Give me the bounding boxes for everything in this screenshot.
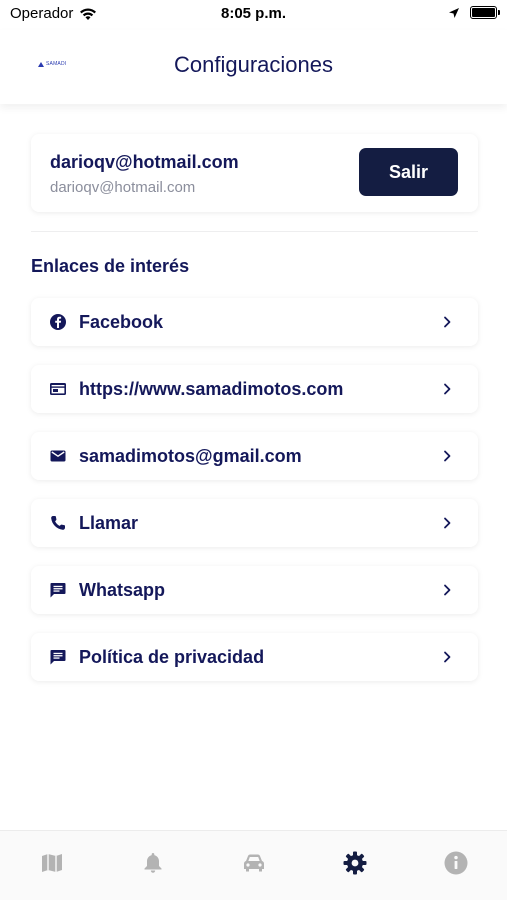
status-bar: Operador 8:05 p.m.	[0, 0, 507, 30]
divider	[31, 231, 478, 232]
chevron-right-icon	[444, 450, 451, 462]
link-item-website[interactable]: https://www.samadimotos.com	[31, 365, 478, 413]
link-label: samadimotos@gmail.com	[79, 446, 302, 466]
map-icon	[42, 854, 62, 872]
status-icons	[448, 6, 500, 19]
tab-notifications[interactable]	[139, 849, 167, 877]
battery-icon	[470, 6, 500, 19]
tab-bar	[0, 830, 507, 900]
chat-icon	[50, 650, 66, 665]
info-icon	[444, 851, 468, 875]
facebook-icon	[50, 314, 66, 330]
phone-icon	[51, 516, 65, 530]
chat-icon	[50, 583, 66, 598]
link-label: Whatsapp	[79, 580, 166, 600]
email-icon	[50, 450, 66, 462]
clock: 8:05 p.m.	[220, 5, 287, 22]
link-label: https://www.samadimotos.com	[79, 379, 344, 399]
chevron-right-icon	[444, 651, 451, 663]
chevron-right-icon	[444, 316, 451, 328]
tab-vehicles[interactable]	[240, 849, 268, 877]
chevron-right-icon	[444, 584, 451, 596]
account-subtitle: darioqv@hotmail.com	[50, 179, 196, 196]
location-arrow-icon	[449, 7, 459, 18]
link-item-whatsapp[interactable]: Whatsapp	[31, 566, 478, 614]
chevron-right-icon	[444, 517, 451, 529]
account-card: darioqv@hotmail.com darioqv@hotmail.com …	[31, 134, 478, 212]
car-icon	[244, 854, 264, 872]
account-email: darioqv@hotmail.com	[50, 152, 239, 172]
bell-icon	[144, 853, 162, 873]
chevron-right-icon	[444, 383, 451, 395]
link-item-call[interactable]: Llamar	[31, 499, 478, 547]
web-icon	[50, 383, 66, 395]
links-section-title: Enlaces de interés	[31, 256, 190, 276]
gear-icon	[343, 851, 367, 875]
link-item-email[interactable]: samadimotos@gmail.com	[31, 432, 478, 480]
logout-button[interactable]: Salir	[359, 148, 458, 196]
page-title: Configuraciones	[174, 52, 333, 77]
link-item-privacy-policy[interactable]: Política de privacidad	[31, 633, 478, 681]
link-label: Facebook	[79, 312, 164, 332]
link-item-facebook[interactable]: Facebook	[31, 298, 478, 346]
tab-map[interactable]	[38, 849, 66, 877]
link-label: Política de privacidad	[79, 647, 265, 667]
tab-settings[interactable]	[341, 849, 369, 877]
link-label: Llamar	[79, 513, 139, 533]
tab-info[interactable]	[442, 849, 470, 877]
app-header: SAMADI Configuraciones	[0, 30, 507, 104]
